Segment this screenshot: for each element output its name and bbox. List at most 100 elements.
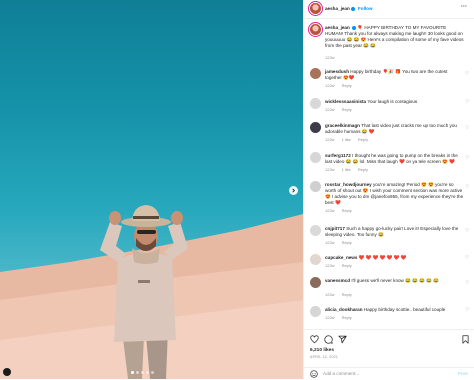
user-tag-icon[interactable]	[3, 368, 11, 376]
reply-button[interactable]: Reply	[358, 137, 368, 142]
commenter-username[interactable]: cupcake_news	[325, 255, 357, 260]
commenter-username[interactable]: jamesdush	[325, 69, 349, 74]
author-username-text[interactable]: aesha_jean	[325, 6, 350, 11]
caption-meta: 122w	[325, 55, 342, 60]
commenter-avatar[interactable]	[310, 306, 321, 317]
comment-like-heart-icon[interactable]: ♡	[465, 184, 469, 190]
carousel-dot	[141, 371, 144, 374]
commenter-username[interactable]: alicia_dookharan	[325, 307, 363, 312]
comment-meta: 122w Reply	[325, 292, 359, 297]
comment-meta: 122w Reply	[325, 315, 359, 320]
comment-likes[interactable]: 1 like	[342, 137, 351, 142]
comment-body: Your laugh is contagious	[367, 99, 418, 104]
commenter-avatar[interactable]	[310, 68, 321, 79]
reply-button[interactable]: Reply	[342, 208, 352, 213]
commenter-avatar[interactable]	[310, 152, 321, 163]
comment-like-heart-icon[interactable]: ♡	[465, 280, 469, 286]
comment-like-heart-icon[interactable]: ♡	[465, 255, 469, 261]
verified-badge-icon	[352, 25, 357, 30]
commenter-avatar[interactable]	[310, 254, 321, 265]
comment-body: I'll guess we'll never know 😂 😂 😂 😂 😂	[351, 278, 439, 283]
comment-meta: 122w 1 like Reply	[325, 167, 375, 172]
carousel-dot	[151, 371, 154, 374]
caption-time: 122w	[325, 55, 335, 60]
reply-button[interactable]: Reply	[342, 107, 352, 112]
comment-time: 122w	[325, 83, 335, 88]
comment-like-heart-icon[interactable]: ♡	[465, 99, 469, 105]
likes-count[interactable]: 6,210 likes	[310, 348, 334, 353]
comment-icon[interactable]	[324, 335, 333, 344]
comment-like-heart-icon[interactable]: ♡	[465, 307, 469, 313]
post-actions: 6,210 likes APRIL 14, 2021	[304, 329, 474, 370]
next-photo-button[interactable]	[289, 186, 298, 195]
comment-meta: 122w Reply	[325, 83, 359, 88]
caption-username[interactable]: aesha_jean	[325, 25, 350, 30]
commenter-username[interactable]: surferg1172	[325, 153, 351, 158]
comment-time: 122w	[325, 315, 335, 320]
comment-meta: 122w Reply	[325, 107, 359, 112]
comment-body: Happy birthday scottie.. beautiful coupl…	[363, 307, 446, 312]
bookmark-icon[interactable]	[461, 335, 470, 344]
comment-time: 122w	[325, 107, 335, 112]
comment-time: 122w	[325, 137, 335, 142]
comment-body: Such a happy go-lucky pair! Love it! Esp…	[325, 226, 459, 237]
comment-like-heart-icon[interactable]: ♡	[465, 71, 469, 77]
comment-time: 122w	[325, 208, 335, 213]
reply-button[interactable]: Reply	[342, 263, 352, 268]
commenter-avatar[interactable]	[310, 225, 321, 236]
more-options-button[interactable]: ···	[461, 4, 467, 10]
comment-time: 122w	[325, 240, 335, 245]
comment-text: cupcake_news ❤️ ❤️ ❤️ ❤️ ❤️ ❤️ ❤️	[325, 255, 465, 261]
comment-meta: 122w 1 like Reply	[325, 137, 375, 142]
author-avatar[interactable]	[310, 3, 321, 14]
comment-like-heart-icon[interactable]: ♡	[465, 155, 469, 161]
post-comment-button[interactable]: Post	[458, 371, 468, 376]
commenter-username[interactable]: cnjpit717	[325, 226, 345, 231]
post-header: aesha_jean Follow ···	[304, 0, 474, 19]
carousel-dots	[131, 371, 154, 374]
comment-meta: 122w Reply	[325, 208, 359, 213]
carousel-dot	[131, 371, 134, 374]
reply-button[interactable]: Reply	[342, 240, 352, 245]
photo-scene	[0, 205, 303, 379]
comment-text: vanessmcd I'll guess we'll never know 😂 …	[325, 278, 465, 284]
commenter-avatar[interactable]	[310, 122, 321, 133]
commenter-username[interactable]: graceelkinmagn	[325, 123, 360, 128]
caption-avatar[interactable]	[310, 24, 321, 35]
comment-time: 122w	[325, 167, 335, 172]
commenter-username[interactable]: wicklesssaasinista	[325, 99, 366, 104]
caption-text: aesha_jean 🎈 HAPPY BIRTHDAY TO MY FAVOUR…	[325, 25, 465, 49]
reply-button[interactable]: Reply	[342, 315, 352, 320]
comment-like-heart-icon[interactable]: ♡	[465, 125, 469, 131]
reply-button[interactable]: Reply	[342, 83, 352, 88]
carousel-dot	[146, 371, 149, 374]
comment-time: 122w	[325, 263, 335, 268]
comment-like-heart-icon[interactable]: ♡	[465, 228, 469, 234]
post-photo[interactable]	[0, 0, 303, 379]
author-username[interactable]: aesha_jean	[325, 6, 355, 11]
share-icon[interactable]	[338, 335, 347, 344]
smiley-icon[interactable]	[310, 370, 318, 378]
commenter-username[interactable]: rosstar_howdjourney	[325, 182, 372, 187]
commenter-avatar[interactable]	[310, 181, 321, 192]
comment-input[interactable]: Add a comment...	[323, 371, 359, 376]
comment-body: ❤️ ❤️ ❤️ ❤️ ❤️ ❤️ ❤️	[358, 255, 407, 260]
reply-button[interactable]: Reply	[342, 292, 352, 297]
comments-list[interactable]: aesha_jean 🎈 HAPPY BIRTHDAY TO MY FAVOUR…	[304, 19, 474, 329]
commenter-username[interactable]: vanessmcd	[325, 278, 350, 283]
comment-likes[interactable]: 1 like	[342, 167, 351, 172]
reply-button[interactable]: Reply	[358, 167, 368, 172]
comment-text: jamesdush Happy birthday 🎈🎉 🎁 You two ar…	[325, 69, 465, 81]
comment-text: cnjpit717 Such a happy go-lucky pair! Lo…	[325, 226, 465, 238]
add-comment-bar: Add a comment... Post	[304, 367, 474, 380]
follow-button[interactable]: Follow	[358, 6, 373, 11]
post-side-panel: aesha_jean Follow ··· aesha_jean 🎈 HAPPY…	[303, 0, 474, 379]
heart-icon[interactable]	[310, 335, 319, 344]
commenter-avatar[interactable]	[310, 277, 321, 288]
comment-text: alicia_dookharan Happy birthday scottie.…	[325, 307, 465, 313]
commenter-avatar[interactable]	[310, 98, 321, 109]
comment-meta: 122w Reply	[325, 263, 359, 268]
comment-meta: 122w Reply	[325, 240, 359, 245]
comment-text: rosstar_howdjourney you're amazing! Peri…	[325, 182, 465, 206]
comment-text: wicklesssaasinista Your laugh is contagi…	[325, 99, 465, 105]
